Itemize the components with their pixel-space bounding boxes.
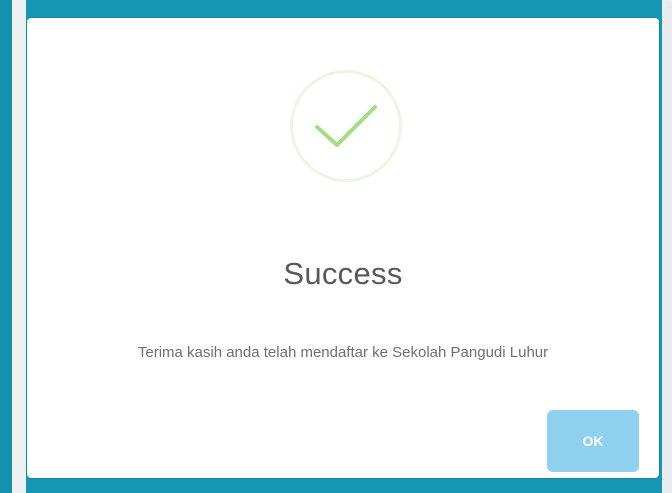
corner-mark: a: [665, 0, 672, 11]
success-dialog: Success Terima kasih anda telah mendafta…: [27, 18, 659, 478]
background-page-strip: [12, 0, 26, 493]
background-page-strip-right: [662, 0, 672, 493]
dialog-message: Terima kasih anda telah mendaftar ke Sek…: [137, 344, 549, 361]
dialog-title: Success: [283, 256, 403, 291]
checkmark-icon-svg: [315, 105, 377, 147]
ok-button[interactable]: OK: [547, 410, 639, 472]
checkmark-icon: [290, 70, 402, 182]
